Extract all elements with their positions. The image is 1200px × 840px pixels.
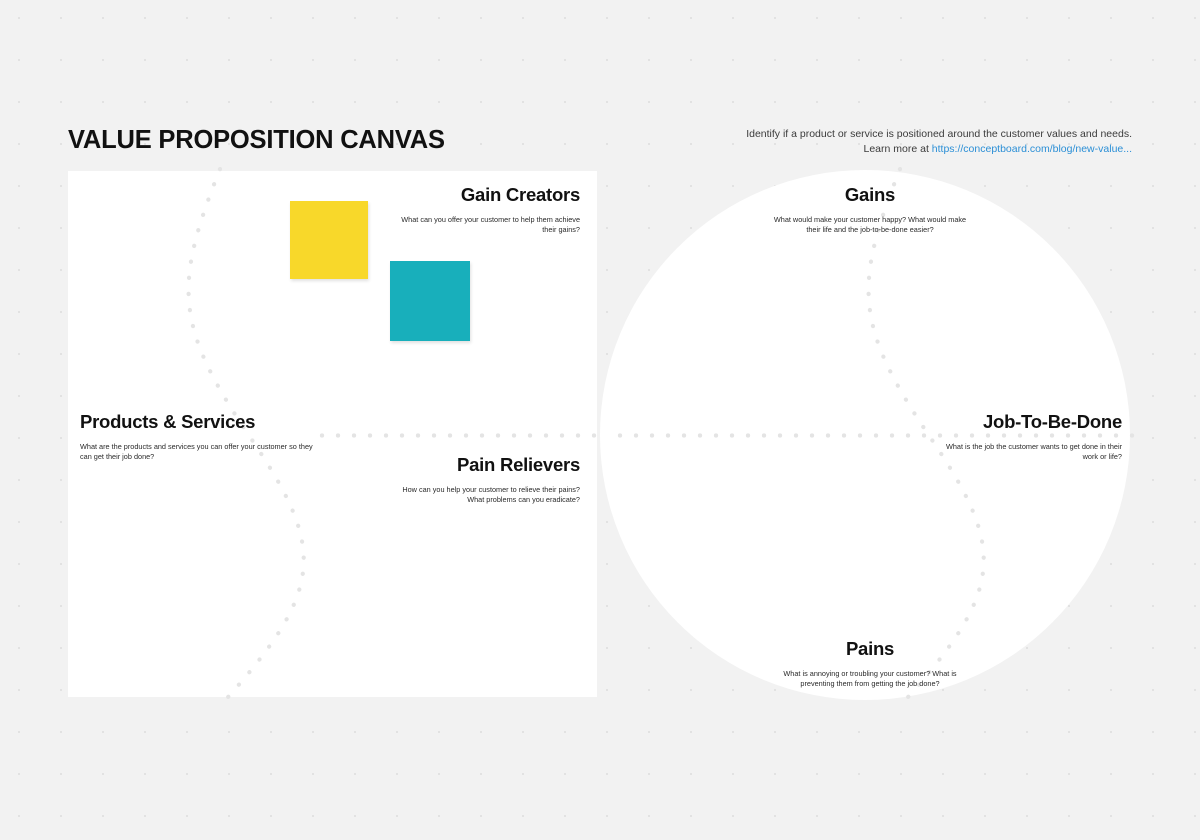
section-gain-creators: Gain Creators What can you offer your cu… — [390, 184, 580, 236]
header-description-line1: Identify if a product or service is posi… — [746, 128, 1132, 140]
section-job-to-be-done: Job-To-Be-Done What is the job the custo… — [930, 411, 1122, 463]
section-pain-relievers-description: How can you help your customer to reliev… — [402, 485, 580, 505]
section-pain-relievers: Pain Relievers How can you help your cus… — [390, 454, 580, 506]
section-pains: Pains What is annoying or troubling your… — [770, 638, 970, 690]
sticky-note-teal[interactable] — [390, 261, 470, 341]
section-job-to-be-done-description: What is the job the customer wants to ge… — [945, 442, 1122, 462]
section-gains-description: What would make your customer happy? Wha… — [773, 215, 967, 235]
section-products-services-heading: Products & Services — [80, 411, 256, 432]
conceptboard-blog-link[interactable]: https://conceptboard.com/blog/new-value.… — [932, 143, 1132, 155]
learn-more-label: Learn more at — [863, 142, 932, 155]
value-panel-divider — [314, 433, 602, 438]
section-gain-creators-heading: Gain Creators — [460, 184, 580, 205]
header-description: Identify if a product or service is posi… — [712, 127, 1132, 156]
section-gains-heading: Gains — [844, 184, 896, 205]
sticky-note-yellow[interactable] — [290, 201, 368, 279]
section-products-services-description: What are the products and services you c… — [80, 442, 313, 462]
section-pains-description: What is annoying or troubling your custo… — [783, 669, 957, 689]
section-pains-heading: Pains — [845, 638, 895, 659]
page-title: VALUE PROPOSITION CANVAS — [68, 126, 445, 154]
section-job-to-be-done-heading: Job-To-Be-Done — [983, 411, 1122, 432]
section-gains: Gains What would make your customer happ… — [770, 184, 970, 236]
section-products-services: Products & Services What are the product… — [80, 411, 320, 463]
section-gain-creators-description: What can you offer your customer to help… — [401, 215, 580, 235]
section-pain-relievers-heading: Pain Relievers — [457, 454, 580, 475]
